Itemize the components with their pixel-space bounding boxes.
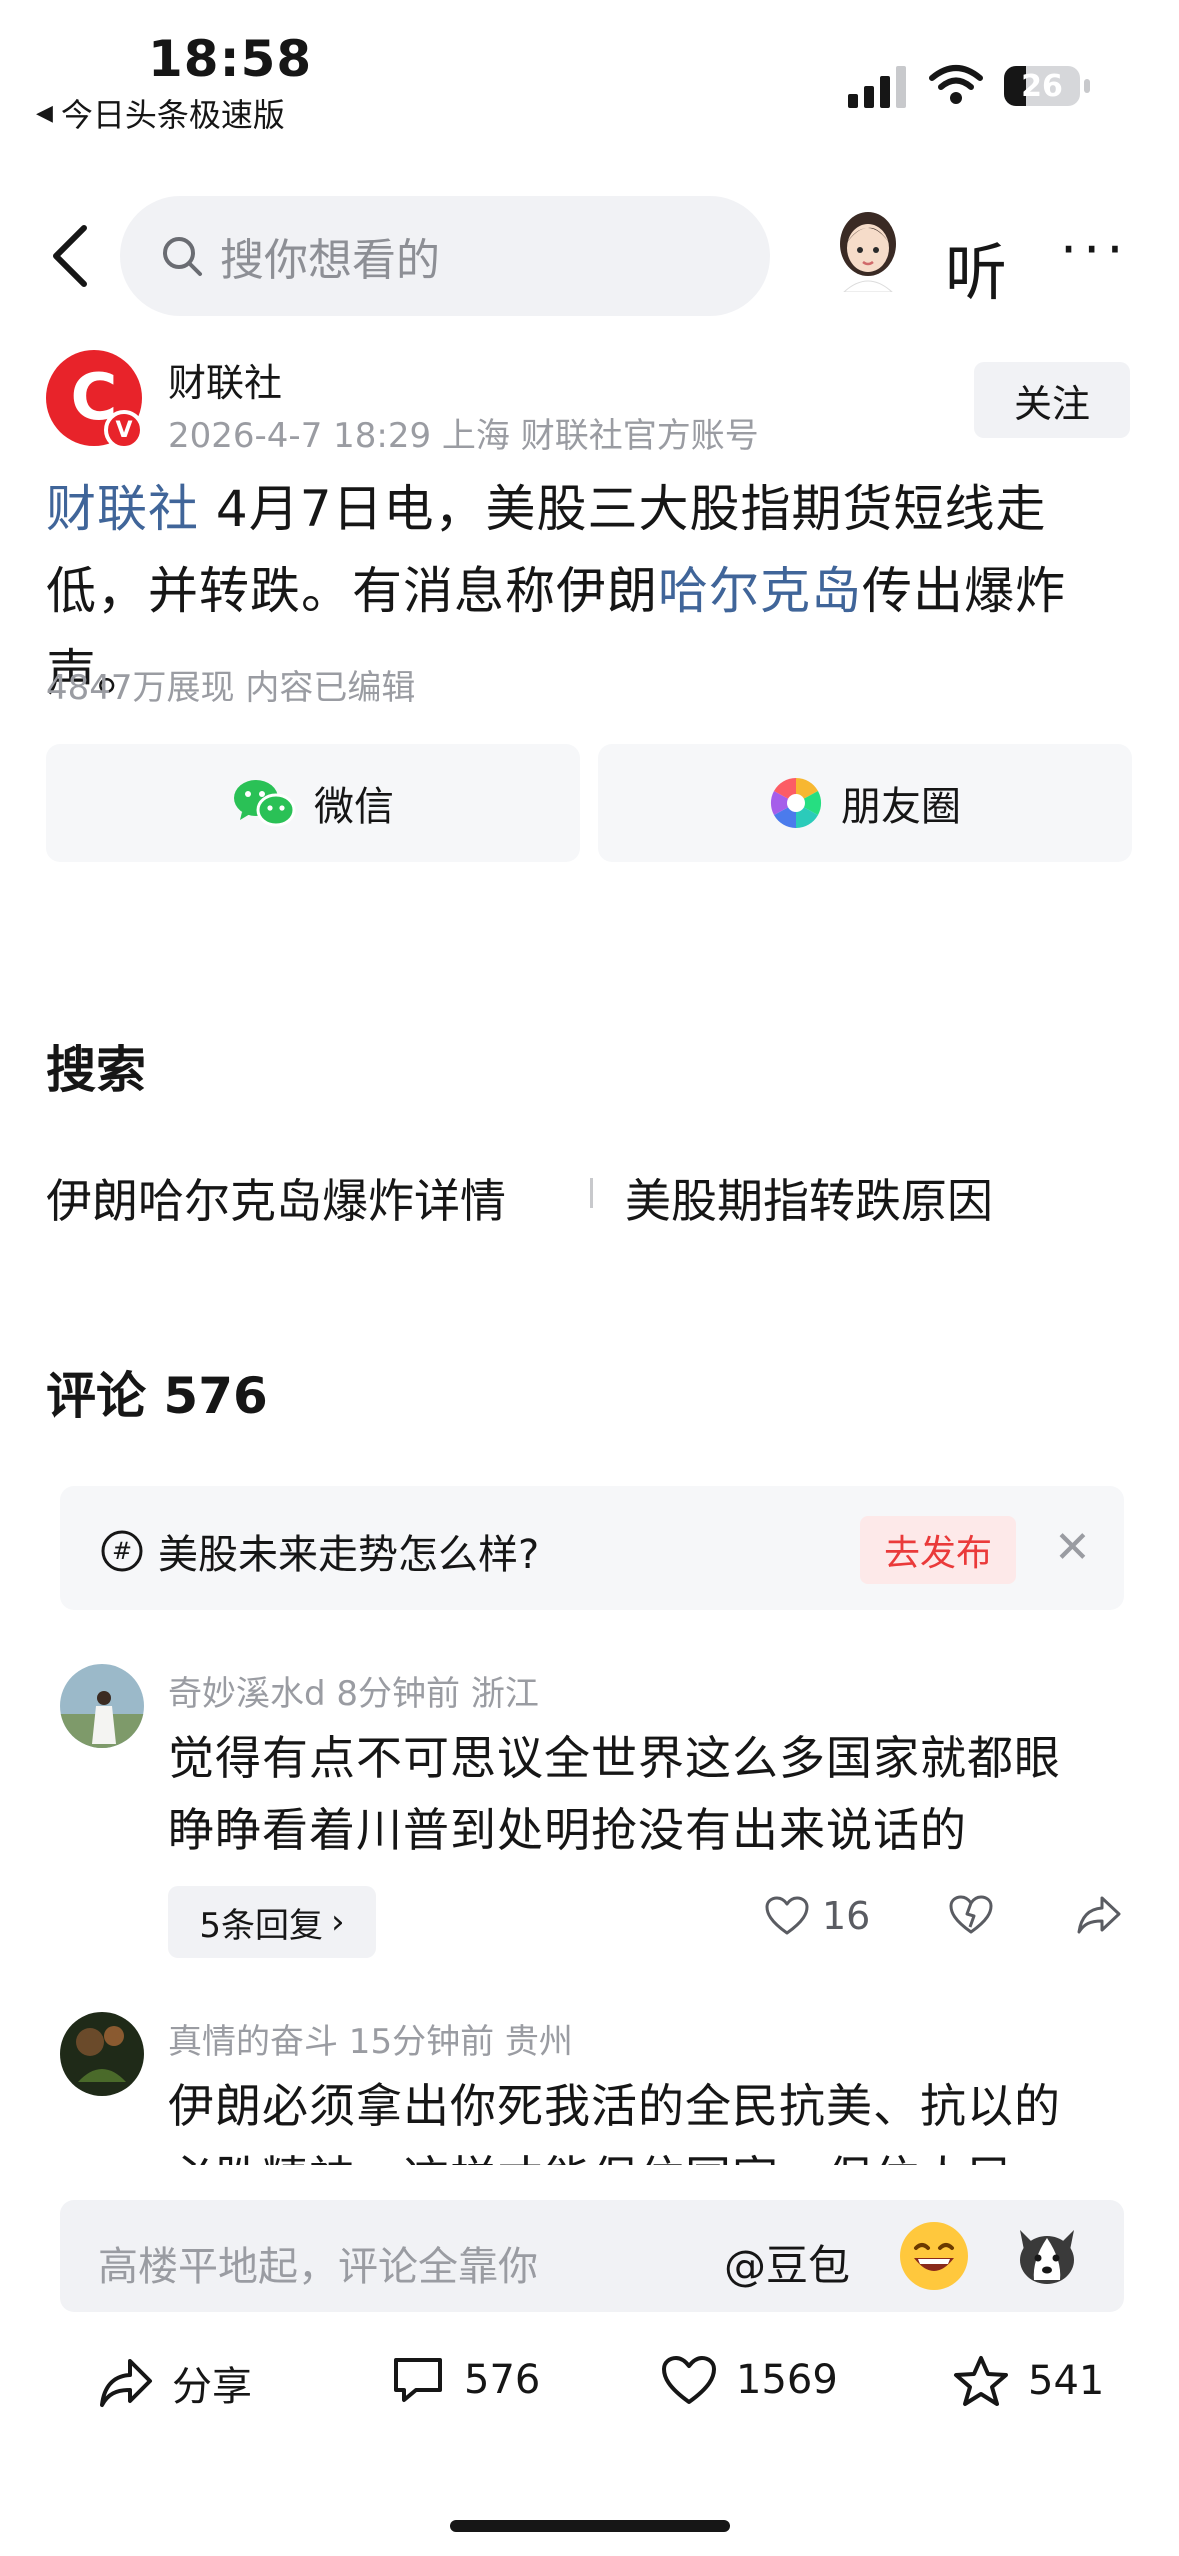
listen-button[interactable]: 听 [945,222,1007,312]
chevron-right-icon: › [331,1902,345,1942]
commenter-avatar[interactable] [60,1664,144,1748]
like-button[interactable]: 1569 [660,2354,838,2406]
share-button[interactable]: 分享 [98,2354,252,2412]
cellular-signal-icon [848,66,906,108]
topic-hint[interactable]: # 美股未来走势怎么样? [100,1522,539,1580]
follow-button[interactable]: 关注 [974,362,1130,438]
related-search-link[interactable]: 美股期指转跌原因 [625,1165,993,1231]
more-options-icon[interactable]: ··· [1060,218,1130,281]
comment-like-count: 16 [822,1894,871,1938]
topic-hint-text: 美股未来走势怎么样? [158,1532,540,1578]
comment-meta: 真情的奋斗 15分钟前 贵州 [168,2022,573,2062]
back-arrow-icon[interactable] [46,222,94,290]
home-indicator[interactable] [450,2520,730,2532]
comment-meta: 奇妙溪水d 8分钟前 浙江 [168,1674,539,1714]
wechat-icon [234,780,296,827]
comments-button[interactable]: 576 [390,2354,540,2406]
wifi-icon [929,65,983,104]
comment-text-line: 睁睁看着川普到处明抢没有出来说话的 [168,1803,967,1857]
search-placeholder: 搜你想看的 [220,235,440,286]
comments-count: 576 [464,2357,541,2403]
share-arrow-icon [100,2359,152,2407]
star-icon [954,2356,1008,2406]
svg-text:#: # [112,1537,132,1565]
husky-emoji-icon[interactable] [1012,2220,1082,2290]
comment-text: 觉得有点不可思议全世界这么多国家就都眼 睁睁看着川普到处明抢没有出来说话的 [168,1722,1061,1866]
dislike-heart-icon[interactable] [948,1894,994,1936]
back-app-label: 今日头条极速版 [60,96,285,134]
likes-count: 1569 [736,2357,838,2403]
share-moments-button[interactable]: 朋友圈 [598,744,1132,862]
battery-icon: 26 [1004,66,1090,106]
battery-level: 26 [1021,68,1063,104]
comment-like-button[interactable]: 16 [764,1894,870,1938]
source-link[interactable]: 财联社 [46,480,199,538]
heart-icon [662,2356,716,2404]
place-link[interactable]: 哈尔克岛 [658,562,862,620]
hashtag-icon: # [101,1530,143,1572]
back-to-app-link[interactable]: ◀ 今日头条极速版 [36,90,285,136]
comment-text-line: 伊朗必须拿出你死我活的全民抗美、抗以的 [168,2079,1061,2133]
view-replies-button[interactable]: 5条回复 › [168,1886,376,1958]
laughing-emoji-icon[interactable] [900,2222,968,2290]
moments-icon [770,777,822,829]
article-stats: 4847万展现 内容已编辑 [46,668,416,708]
share-label: 分享 [172,2364,252,2410]
mention-doubao-button[interactable]: @豆包 [724,2232,850,2293]
forward-icon[interactable] [1076,1894,1122,1936]
share-wechat-button[interactable]: 微信 [46,744,580,862]
favorite-button[interactable]: 541 [952,2354,1104,2408]
author-meta: 2026-4-7 18:29 上海 财联社官方账号 [168,416,759,456]
back-triangle-icon: ◀ [36,100,53,126]
heart-icon [765,1896,809,1935]
status-time: 18:58 [148,30,313,88]
favorites-count: 541 [1028,2358,1105,2404]
commenter-avatar[interactable] [60,2012,144,2096]
replies-label: 5条回复 [199,1905,324,1946]
search-section-title: 搜索 [46,1041,146,1099]
publish-button[interactable]: 去发布 [860,1516,1016,1584]
comment-text-line: 觉得有点不可思议全世界这么多国家就都眼 [168,1731,1061,1785]
author-name[interactable]: 财联社 [168,352,282,407]
share-moments-label: 朋友圈 [841,784,961,830]
comment-bubble-icon [394,2358,442,2402]
assistant-avatar-icon[interactable] [826,208,910,293]
search-bar[interactable]: 搜你想看的 [120,196,770,316]
comments-title: 评论 576 [46,1367,268,1425]
search-icon [163,237,202,276]
share-wechat-label: 微信 [314,784,394,830]
related-search-link[interactable]: 伊朗哈尔克岛爆炸详情 [46,1165,506,1231]
verified-badge: V [104,410,144,450]
comment-input-placeholder: 高楼平地起，评论全靠你 [98,2244,538,2290]
close-icon[interactable]: ✕ [1054,1522,1091,1573]
search-divider [590,1178,593,1208]
